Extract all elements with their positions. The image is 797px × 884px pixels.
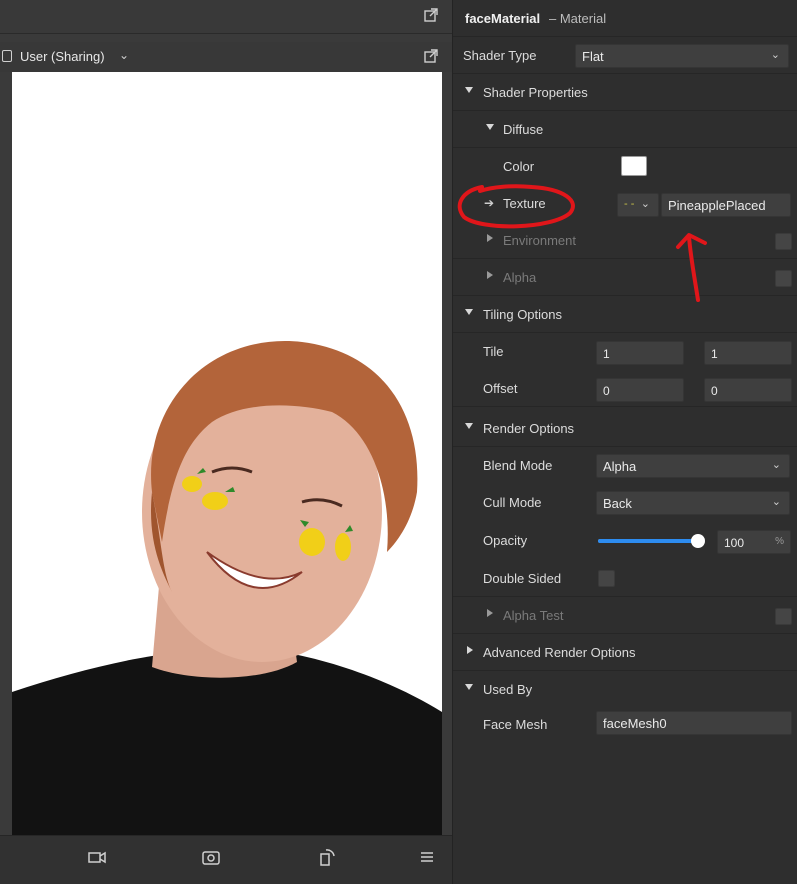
chevron-down-icon: ⌄	[771, 459, 781, 471]
advanced-render-section[interactable]: Advanced Render Options	[453, 634, 797, 671]
render-options-section[interactable]: Render Options	[453, 410, 797, 447]
double-sided-row: Double Sided	[453, 560, 797, 597]
screenshot-camera-icon[interactable]	[200, 846, 222, 868]
cull-mode-select[interactable]: Back ⌄	[596, 491, 790, 515]
expand-arrow-icon	[487, 609, 493, 617]
app-window: User (Sharing) ⌄ faceMaterial – Material…	[0, 0, 797, 884]
viewport-title[interactable]: User (Sharing)	[20, 49, 105, 64]
chevron-down-icon: ⌄	[771, 496, 781, 508]
inspector-title: faceMaterial – Material	[453, 0, 797, 37]
alpha-checkbox[interactable]	[775, 270, 792, 287]
dash-icon: - -	[624, 198, 635, 210]
tile-row: Tile 1 1	[453, 333, 797, 370]
camera-preview	[12, 72, 442, 835]
object-name: faceMaterial	[465, 11, 541, 26]
blend-mode-select[interactable]: Alpha ⌄	[596, 454, 790, 478]
tiling-options-section[interactable]: Tiling Options	[453, 296, 797, 333]
expand-arrow-icon	[467, 646, 473, 654]
opacity-slider-fill	[598, 539, 698, 543]
preview-person-image	[12, 341, 442, 835]
environment-checkbox[interactable]	[775, 233, 792, 250]
alpha-test-section[interactable]: Alpha Test	[453, 597, 797, 634]
opacity-slider-thumb[interactable]	[691, 534, 705, 548]
inspector-panel: faceMaterial – Material Shader Type Flat…	[452, 0, 797, 884]
blend-mode-row: Blend Mode Alpha ⌄	[453, 447, 797, 484]
collapse-arrow-icon	[486, 124, 494, 130]
simulator-viewport: User (Sharing) ⌄	[0, 0, 452, 884]
collapse-arrow-icon	[465, 684, 473, 690]
texture-source-select[interactable]: - - ⌄	[617, 193, 659, 217]
chevron-down-icon[interactable]: ⌄	[119, 48, 129, 62]
offset-x-input[interactable]: 0	[596, 378, 684, 402]
device-icon	[2, 50, 12, 62]
tile-x-input[interactable]: 1	[596, 341, 684, 365]
color-row: Color	[453, 148, 797, 185]
used-by-section[interactable]: Used By	[453, 671, 797, 708]
video-camera-icon[interactable]	[86, 846, 108, 868]
environment-section[interactable]: Environment	[453, 222, 797, 259]
object-kind: – Material	[549, 11, 607, 26]
viewport-header: User (Sharing) ⌄	[0, 42, 452, 72]
collapse-arrow-icon	[465, 423, 473, 429]
chevron-down-icon: ⌄	[770, 49, 780, 61]
opacity-row: Opacity 100 %	[453, 522, 797, 559]
menu-icon[interactable]	[416, 846, 438, 868]
collapse-arrow-icon	[465, 87, 473, 93]
connect-arrow-icon[interactable]: ➔	[484, 196, 494, 210]
diffuse-section[interactable]: Diffuse	[453, 111, 797, 148]
opacity-input[interactable]: 100 %	[717, 530, 791, 554]
texture-field[interactable]: PineapplePlaced	[661, 193, 791, 217]
shader-type-label: Shader Type	[463, 48, 537, 63]
offset-y-input[interactable]: 0	[704, 378, 792, 402]
popout-icon[interactable]	[424, 49, 438, 63]
face-mesh-row: Face Mesh faceMesh0	[453, 706, 797, 743]
viewport-bottom-toolbar	[0, 835, 452, 884]
face-mesh-field[interactable]: faceMesh0	[596, 711, 792, 735]
viewport-toolbar	[0, 0, 452, 34]
cull-mode-row: Cull Mode Back ⌄	[453, 484, 797, 521]
tile-y-input[interactable]: 1	[704, 341, 792, 365]
shader-properties-section[interactable]: Shader Properties	[453, 74, 797, 111]
alpha-section[interactable]: Alpha	[453, 259, 797, 296]
chevron-down-icon: ⌄	[640, 198, 650, 210]
double-sided-checkbox[interactable]	[598, 570, 615, 587]
viewport-gutter	[0, 72, 12, 835]
offset-row: Offset 0 0	[453, 370, 797, 407]
popout-icon[interactable]	[424, 8, 438, 22]
shader-type-select[interactable]: Flat ⌄	[575, 44, 789, 68]
alpha-test-checkbox[interactable]	[775, 608, 792, 625]
expand-arrow-icon	[487, 271, 493, 279]
texture-row: ➔ Texture - - ⌄ PineapplePlaced	[453, 185, 797, 222]
rotate-device-icon[interactable]	[316, 846, 338, 868]
expand-arrow-icon	[487, 234, 493, 242]
color-swatch[interactable]	[621, 156, 647, 176]
collapse-arrow-icon	[465, 309, 473, 315]
shader-type-row: Shader Type Flat ⌄	[453, 37, 797, 74]
